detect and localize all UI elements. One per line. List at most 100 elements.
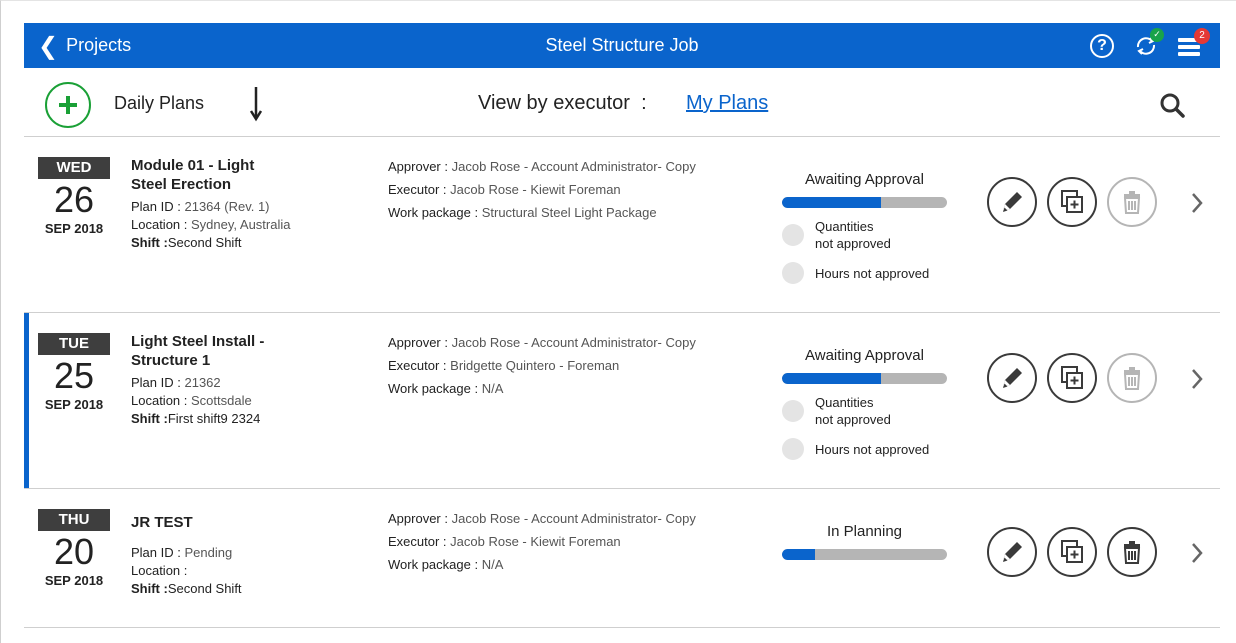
plan-id: Plan ID : Pending: [131, 545, 233, 560]
pencil-icon: [1003, 368, 1022, 388]
quantities-approval-check[interactable]: Quantities not approved: [782, 394, 947, 428]
plan-id: Plan ID : 21362: [131, 375, 221, 390]
back-label: Projects: [66, 35, 132, 55]
day-number: 26: [53, 179, 95, 220]
status-progress-bar: [782, 549, 947, 560]
plan-date: WED 26 SEP 2018: [38, 157, 110, 236]
plan-details: Module 01 - Light Steel Erection Plan ID…: [131, 156, 351, 252]
check-circle-icon: [782, 224, 804, 246]
copy-icon: [1061, 540, 1083, 563]
day-of-week: THU: [38, 509, 110, 531]
chevron-right-icon[interactable]: [1190, 191, 1204, 215]
copy-icon: [1061, 190, 1083, 213]
top-bar: ❮ Projects Steel Structure Job ? ✓ 2: [24, 23, 1220, 68]
plans-toolbar: Daily Plans View by executor : My Plans: [24, 68, 1220, 137]
plan-actions: [987, 177, 1157, 227]
approver: Approver : Jacob Rose - Account Administ…: [388, 159, 696, 174]
work-package: Work package : Structural Steel Light Pa…: [388, 205, 657, 220]
delete-plan-button[interactable]: [1107, 527, 1157, 577]
copy-icon: [1061, 366, 1083, 389]
plan-shift: Shift :First shift9 2324: [131, 411, 261, 426]
plan-row-selected[interactable]: TUE 25 SEP 2018 Light Steel Install - St…: [24, 313, 1220, 489]
plan-details: JR TEST Plan ID : Pending Location : Shi…: [131, 513, 351, 598]
check-circle-icon: [782, 438, 804, 460]
plan-location: Location : Scottsdale: [131, 393, 252, 408]
month-year: SEP 2018: [44, 573, 104, 588]
plan-people: Approver : Jacob Rose - Account Administ…: [388, 331, 696, 400]
trash-icon: [1123, 541, 1141, 564]
delete-plan-button[interactable]: [1107, 177, 1157, 227]
search-icon[interactable]: [1159, 92, 1185, 118]
plan-row[interactable]: WED 26 SEP 2018 Module 01 - Light Steel …: [24, 137, 1220, 313]
approver: Approver : Jacob Rose - Account Administ…: [388, 511, 696, 526]
work-package: Work package : N/A: [388, 557, 504, 572]
help-icon[interactable]: ?: [1090, 33, 1114, 58]
quantities-approval-check[interactable]: Quantities not approved: [782, 218, 947, 252]
delete-plan-button[interactable]: [1107, 353, 1157, 403]
day-number: 20: [53, 531, 95, 572]
status-label: In Planning: [826, 523, 903, 540]
plan-date: THU 20 SEP 2018: [38, 509, 110, 588]
sync-icon[interactable]: ✓: [1132, 27, 1164, 60]
view-by-my-plans-link[interactable]: My Plans: [686, 92, 768, 115]
plan-actions: [987, 353, 1157, 403]
copy-plan-button[interactable]: [1047, 177, 1097, 227]
hours-approval-check[interactable]: Hours not approved: [782, 262, 947, 284]
work-package: Work package : N/A: [388, 381, 504, 396]
status-progress-bar: [782, 373, 947, 384]
day-of-week: WED: [38, 157, 110, 179]
month-year: SEP 2018: [44, 221, 104, 236]
plan-details: Light Steel Install - Structure 1 Plan I…: [131, 332, 351, 428]
chevron-right-icon[interactable]: [1190, 541, 1204, 565]
check-label: Quantities not approved: [815, 395, 891, 427]
chevron-right-icon[interactable]: [1190, 367, 1204, 391]
top-bar-actions: ? ✓ 2: [1090, 23, 1210, 68]
edit-plan-button[interactable]: [987, 527, 1037, 577]
pencil-icon: [1003, 542, 1022, 562]
page-title: Steel Structure Job: [545, 35, 699, 55]
day-number: 25: [53, 355, 95, 396]
check-label: Hours not approved: [815, 265, 930, 281]
plan-status: Awaiting Approval Quantities not approved…: [782, 347, 947, 460]
executor: Executor : Jacob Rose - Kiewit Foreman: [388, 534, 621, 549]
status-progress-bar: [782, 197, 947, 208]
plan-actions: [987, 527, 1157, 577]
arrow-down-icon[interactable]: [248, 83, 264, 123]
check-label: Quantities not approved: [815, 219, 891, 251]
month-year: SEP 2018: [44, 397, 104, 412]
trash-icon: [1123, 191, 1141, 214]
copy-plan-button[interactable]: [1047, 353, 1097, 403]
plan-people: Approver : Jacob Rose - Account Administ…: [388, 155, 696, 224]
check-circle-icon: [782, 400, 804, 422]
add-plan-button[interactable]: [45, 82, 91, 128]
executor: Executor : Bridgette Quintero - Foreman: [388, 358, 620, 373]
status-label: Awaiting Approval: [805, 171, 924, 188]
pencil-icon: [1003, 192, 1022, 212]
back-button[interactable]: ❮ Projects: [38, 23, 131, 68]
edit-plan-button[interactable]: [987, 177, 1037, 227]
edit-plan-button[interactable]: [987, 353, 1037, 403]
check-label: Hours not approved: [815, 441, 930, 457]
plan-title: JR TEST: [131, 514, 193, 531]
notification-badge: 2: [1194, 27, 1210, 44]
plan-shift: Shift :Second Shift: [131, 235, 242, 250]
menu-icon[interactable]: 2: [1178, 27, 1210, 58]
chevron-left-icon: ❮: [38, 31, 59, 60]
approver: Approver : Jacob Rose - Account Administ…: [388, 335, 696, 350]
plan-title: Module 01 - Light Steel Erection: [131, 157, 255, 193]
copy-plan-button[interactable]: [1047, 527, 1097, 577]
view-by-label: View by executor :: [478, 92, 647, 114]
plan-location: Location : Sydney, Australia: [131, 217, 291, 232]
plan-location: Location :: [131, 563, 188, 578]
plan-row[interactable]: THU 20 SEP 2018 JR TEST Plan ID : Pendin…: [24, 489, 1220, 628]
plan-date: TUE 25 SEP 2018: [38, 333, 110, 412]
sync-status-check-icon: ✓: [1150, 27, 1164, 42]
hours-approval-check[interactable]: Hours not approved: [782, 438, 947, 460]
plan-shift: Shift :Second Shift: [131, 581, 242, 596]
plan-status: In Planning: [782, 523, 947, 560]
plan-people: Approver : Jacob Rose - Account Administ…: [388, 507, 696, 576]
trash-icon: [1123, 367, 1141, 390]
plan-id: Plan ID : 21364 (Rev. 1): [131, 199, 270, 214]
check-circle-icon: [782, 262, 804, 284]
plan-status: Awaiting Approval Quantities not approved…: [782, 171, 947, 284]
